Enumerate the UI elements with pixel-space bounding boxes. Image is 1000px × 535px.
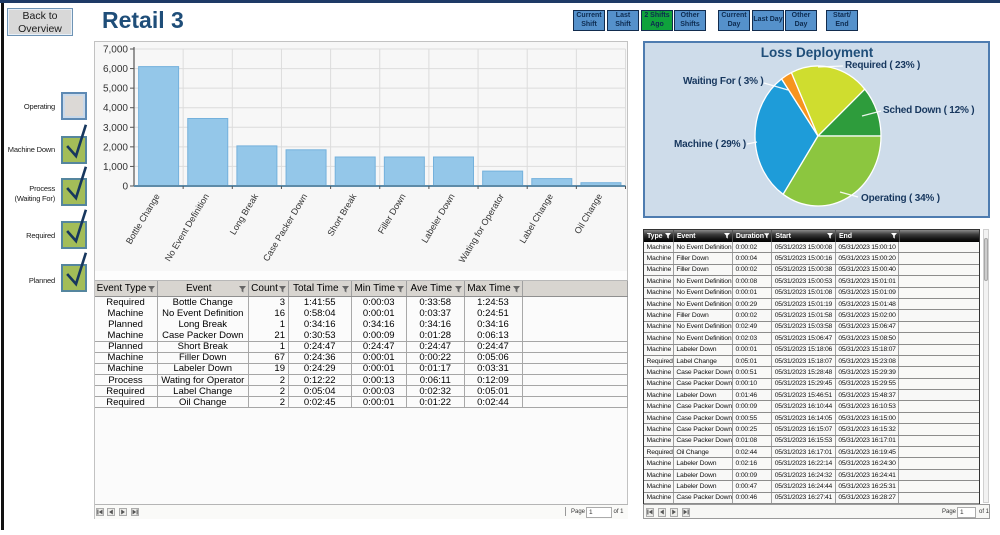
svg-text:No Event Definition: No Event Definition xyxy=(163,192,211,263)
svg-text:Labeler Down: Labeler Down xyxy=(420,192,457,245)
svg-text:Filler Down: Filler Down xyxy=(376,192,408,236)
svg-text:Short Break: Short Break xyxy=(325,191,358,237)
svg-text:5,000: 5,000 xyxy=(103,84,128,95)
svg-text:2,000: 2,000 xyxy=(103,142,128,153)
svg-text:Case Packer Down: Case Packer Down xyxy=(261,192,309,263)
svg-text:3,000: 3,000 xyxy=(103,123,128,134)
svg-text:Wating for Operator: Wating for Operator xyxy=(457,192,506,265)
svg-text:0: 0 xyxy=(122,182,128,193)
svg-text:Bottle Change: Bottle Change xyxy=(124,192,162,246)
svg-text:Label Change: Label Change xyxy=(518,192,555,245)
svg-text:Oil Change: Oil Change xyxy=(572,192,604,236)
svg-text:1,000: 1,000 xyxy=(103,162,128,173)
svg-text:7,000: 7,000 xyxy=(103,45,128,56)
svg-text:6,000: 6,000 xyxy=(103,64,128,75)
svg-text:Long Break: Long Break xyxy=(228,191,261,236)
svg-text:4,000: 4,000 xyxy=(103,103,128,114)
